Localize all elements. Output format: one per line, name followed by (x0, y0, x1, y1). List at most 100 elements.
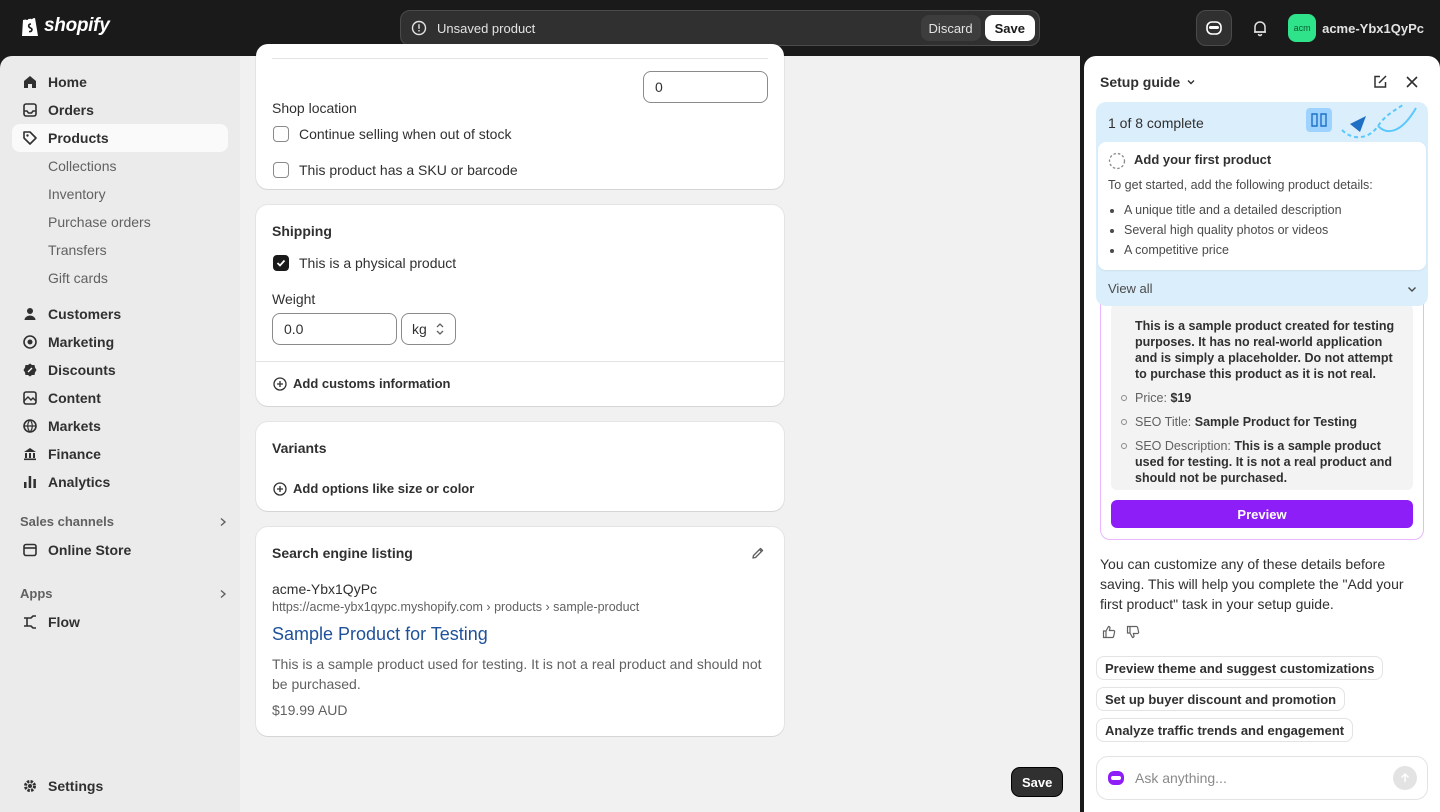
thumbs-up-icon[interactable] (1102, 625, 1116, 639)
inventory-card: Shop location 0 Continue selling when ou… (256, 44, 784, 189)
view-all-button[interactable]: View all (1108, 281, 1418, 296)
sidebar-item-inventory[interactable]: Inventory (48, 180, 106, 208)
sidebar-item-label: Online Store (48, 542, 132, 558)
sidebar-item-label: Flow (48, 614, 80, 630)
sidebar-item-transfers[interactable]: Transfers (48, 236, 107, 264)
task-description: To get started, add the following produc… (1108, 178, 1373, 192)
seo-url: https://acme-ybx1qypc.myshopify.com › pr… (272, 600, 640, 614)
sidebar-item-label: Customers (48, 306, 122, 322)
save-button-bottom[interactable]: Save (1012, 768, 1063, 796)
physical-product-row[interactable]: This is a physical product (273, 255, 456, 271)
sku-label: This product has a SKU or barcode (299, 162, 518, 178)
pencil-icon (752, 547, 764, 559)
sidebar: Home Orders Products Collections Invento… (0, 56, 240, 812)
select-arrows-icon (436, 323, 444, 335)
ask-placeholder: Ask anything... (1135, 770, 1227, 786)
sidebar-item-label: Finance (48, 446, 101, 462)
sidebar-item-label: Content (48, 390, 101, 406)
target-icon (20, 334, 40, 350)
bullet-icon (1121, 443, 1127, 449)
sidebar-section-sales-channels[interactable]: Sales channels (20, 514, 228, 529)
assistant-message: You can customize any of these details b… (1100, 556, 1404, 612)
weight-unit-select[interactable]: kg (401, 313, 456, 345)
thumbs-down-icon[interactable] (1126, 625, 1140, 639)
task-bullet: A unique title and a detailed descriptio… (1124, 200, 1342, 220)
sidebar-item-label: Markets (48, 418, 101, 434)
globe-icon (20, 418, 40, 434)
continue-selling-checkbox[interactable] (273, 126, 289, 142)
suggestion-chip[interactable]: Set up buyer discount and promotion (1096, 687, 1346, 711)
dashed-circle-icon[interactable] (1108, 152, 1126, 170)
discard-button[interactable]: Discard (920, 15, 981, 41)
new-chat-icon[interactable] (1372, 74, 1388, 90)
price-value: $19 (1170, 391, 1192, 405)
progress-text: 1 of 8 complete (1108, 115, 1204, 131)
product-details-box: This is a sample product created for tes… (1111, 304, 1413, 490)
sku-row[interactable]: This product has a SKU or barcode (273, 162, 518, 178)
shopify-bag-icon (22, 15, 38, 36)
section-label: Sales channels (20, 514, 114, 529)
checkmark-icon (276, 259, 286, 267)
preview-button[interactable]: Preview (1111, 500, 1413, 528)
seo-store-name: acme-Ybx1QyPc (272, 581, 378, 597)
flow-icon (20, 614, 40, 630)
sidebar-item-label: Marketing (48, 334, 115, 350)
sidebar-section-apps[interactable]: Apps (20, 586, 228, 601)
chevron-down-icon (1408, 286, 1416, 292)
preview-seo-desc-item: SEO Description: This is a sample produc… (1121, 438, 1401, 486)
task-add-first-product[interactable]: Add your first product To get started, a… (1098, 142, 1426, 270)
sidebar-item-purchase-orders[interactable]: Purchase orders (48, 208, 151, 236)
sidebar-item-analytics[interactable]: Analytics (12, 468, 228, 496)
physical-product-label: This is a physical product (299, 255, 457, 271)
sidebar-item-label: Discounts (48, 362, 116, 378)
suggestion-chip[interactable]: Analyze traffic trends and engagement (1096, 718, 1354, 742)
sidebar-item-orders[interactable]: Orders (12, 96, 228, 124)
unsaved-text: Unsaved product (437, 20, 536, 36)
home-icon (20, 74, 40, 90)
sidebar-item-flow[interactable]: Flow (12, 608, 228, 636)
logo-text: shopify (44, 15, 110, 36)
shopify-logo[interactable]: shopify (20, 14, 110, 38)
seo-desc-label: SEO Description: (1135, 439, 1231, 453)
sidebar-item-markets[interactable]: Markets (12, 412, 228, 440)
send-button[interactable] (1393, 766, 1417, 790)
continue-selling-row[interactable]: Continue selling when out of stock (273, 126, 511, 142)
sidebar-item-discounts[interactable]: Discounts (12, 356, 228, 384)
close-icon[interactable] (1404, 74, 1420, 90)
sku-checkbox[interactable] (273, 162, 289, 178)
task-bullets: A unique title and a detailed descriptio… (1124, 200, 1342, 260)
task-bullet: A competitive price (1124, 240, 1342, 260)
add-options-button[interactable]: Add options like size or color (273, 481, 474, 496)
bell-icon (1254, 21, 1267, 37)
sidebar-item-products[interactable]: Products (12, 124, 228, 152)
sidebar-item-settings[interactable]: Settings (12, 772, 228, 800)
sidebar-item-content[interactable]: Content (12, 384, 228, 412)
sidebar-item-customers[interactable]: Customers (12, 300, 228, 328)
ask-input[interactable]: Ask anything... (1096, 756, 1428, 800)
store-menu[interactable]: acm acme-Ybx1QyPc (1288, 14, 1424, 42)
save-button[interactable]: Save (984, 15, 1035, 41)
physical-product-checkbox[interactable] (273, 255, 289, 271)
sidebar-item-label: Analytics (48, 474, 111, 490)
sidebar-item-gift-cards[interactable]: Gift cards (48, 264, 108, 292)
sidebar-item-finance[interactable]: Finance (12, 440, 228, 468)
sidebar-item-collections[interactable]: Collections (48, 152, 116, 180)
edit-seo-button[interactable] (750, 545, 766, 561)
sidekick-button[interactable] (1196, 10, 1233, 46)
sidebar-item-online-store[interactable]: Online Store (12, 536, 228, 564)
notifications-button[interactable] (1242, 10, 1278, 46)
store-avatar: acm (1288, 14, 1317, 42)
top-right-actions: acm acme-Ybx1QyPc (1196, 10, 1424, 46)
weight-label: Weight (272, 291, 316, 307)
weight-input[interactable]: 0.0 (272, 313, 397, 345)
sidebar-item-home[interactable]: Home (12, 68, 228, 96)
chevron-right-icon (220, 517, 227, 526)
add-customs-button[interactable]: Add customs information (273, 376, 450, 391)
shop-location-quantity-input[interactable]: 0 (643, 71, 768, 103)
suggestion-chip[interactable]: Preview theme and suggest customizations (1096, 656, 1384, 680)
sidebar-item-marketing[interactable]: Marketing (12, 328, 228, 356)
setup-guide-dropdown[interactable]: Setup guide (1100, 74, 1196, 90)
sidebar-item-label: Settings (48, 778, 104, 794)
continue-selling-label: Continue selling when out of stock (299, 126, 512, 142)
alert-circle-icon (411, 20, 427, 36)
